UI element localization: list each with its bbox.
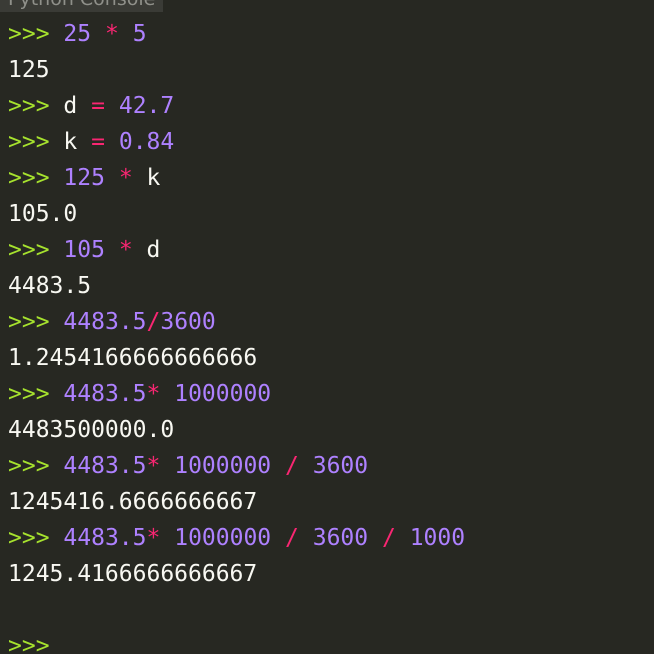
code-token-num: 25	[63, 21, 92, 47]
code-token-num: 4483.5	[63, 525, 147, 551]
console-input-line: >>> 125 * k	[8, 160, 654, 196]
code-token-num: 1000	[409, 525, 466, 551]
code-token-ws	[91, 21, 105, 47]
code-token-num: 4483.5	[63, 453, 147, 479]
console-input-line: >>> 25 * 5	[8, 16, 654, 52]
prompt-marker: >>>	[8, 93, 50, 119]
code-token-num: 42.7	[118, 93, 175, 119]
console-output-line: 4483.5	[8, 273, 92, 299]
prompt-marker: >>>	[8, 237, 50, 263]
code-token-ws	[368, 525, 382, 551]
code-token-ws	[105, 165, 119, 191]
code-token-ws	[299, 525, 313, 551]
console-output-line: 105.0	[8, 201, 78, 227]
prompt-marker: >>>	[8, 165, 50, 191]
prompt-marker: >>>	[8, 21, 50, 47]
console-input-line: >>> 4483.5* 1000000	[8, 376, 654, 412]
code-token-num: 125	[63, 165, 105, 191]
console-input-line: >>> 4483.5* 1000000 / 3600	[8, 448, 654, 484]
code-token-ident: d	[63, 93, 78, 119]
code-token-op: *	[146, 525, 161, 551]
code-token-num: 4483.5	[63, 309, 147, 335]
console-active-prompt-line[interactable]: >>>	[8, 628, 654, 654]
prompt-marker: >>>	[8, 381, 50, 407]
code-token-ws	[160, 525, 174, 551]
code-token-num: 3600	[160, 309, 216, 335]
code-token-op: *	[146, 381, 161, 407]
code-token-op: =	[91, 93, 105, 119]
console-output-line: 4483500000.0	[8, 417, 175, 443]
code-token-op: =	[91, 129, 105, 155]
code-token-op: /	[146, 309, 161, 335]
code-token-ws	[299, 453, 313, 479]
prompt-marker: >>>	[8, 525, 50, 551]
code-token-ws	[160, 453, 174, 479]
prompt-marker: >>>	[8, 309, 50, 335]
code-token-ws	[119, 21, 133, 47]
code-token-ws	[77, 129, 91, 155]
console-input-line: >>> 105 * d	[8, 232, 654, 268]
code-token-num: 105	[63, 237, 105, 263]
python-console-output[interactable]: >>> 25 * 5 125 >>> d = 42.7 >>> k = 0.84 >>>…	[8, 16, 654, 654]
code-token-num: 5	[132, 21, 147, 47]
code-token-ws	[271, 453, 285, 479]
code-token-ident: d	[146, 237, 161, 263]
code-token-ws	[133, 165, 147, 191]
console-input-line: >>> 4483.5* 1000000 / 3600 / 1000	[8, 520, 654, 556]
code-token-ws	[105, 237, 119, 263]
code-token-op: *	[146, 453, 161, 479]
code-token-ident: k	[63, 129, 78, 155]
code-token-ws	[271, 525, 285, 551]
code-token-ws	[133, 237, 147, 263]
console-output-line: 125	[8, 57, 50, 83]
code-token-op: *	[118, 165, 133, 191]
prompt-marker: >>>	[8, 633, 50, 654]
console-output-line: 1245.4166666666667	[8, 561, 258, 587]
code-token-num: 0.84	[118, 129, 175, 155]
code-token-ws	[77, 93, 91, 119]
code-token-num: 1000000	[174, 453, 272, 479]
console-input-line: >>> 4483.5/3600	[8, 304, 654, 340]
code-token-ws	[160, 381, 174, 407]
code-token-num: 3600	[312, 453, 369, 479]
prompt-marker: >>>	[8, 129, 50, 155]
console-title-tab[interactable]: Python Console	[0, 0, 164, 12]
code-token-num: 4483.5	[63, 381, 147, 407]
code-token-op: /	[285, 525, 299, 551]
console-input-line: >>> k = 0.84	[8, 124, 654, 160]
code-token-num: 1000000	[174, 525, 272, 551]
code-token-op: /	[381, 525, 396, 551]
code-token-op: /	[285, 453, 299, 479]
code-token-ws	[105, 129, 119, 155]
prompt-marker: >>>	[8, 453, 50, 479]
code-token-ws	[396, 525, 410, 551]
console-output-line: 1245416.6666666667	[8, 489, 258, 515]
code-token-ident: k	[146, 165, 161, 191]
code-token-ws	[105, 93, 119, 119]
code-token-op: *	[104, 21, 119, 47]
code-token-num: 3600	[312, 525, 369, 551]
code-token-op: *	[118, 237, 133, 263]
code-token-num: 1000000	[174, 381, 272, 407]
console-output-line: 1.2454166666666666	[8, 345, 258, 371]
console-input-line: >>> d = 42.7	[8, 88, 654, 124]
